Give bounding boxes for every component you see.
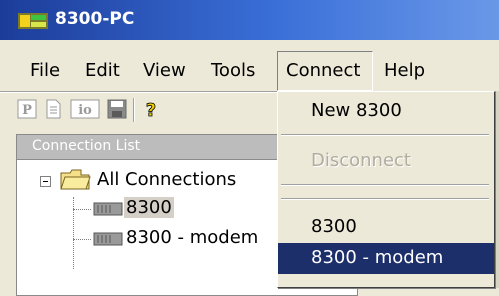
collapse-toggle[interactable] <box>40 176 51 187</box>
device-icon <box>93 202 123 216</box>
tree-item-8300[interactable]: 8300 <box>124 197 174 218</box>
svg-text:io: io <box>78 103 92 118</box>
menu-item-label: New 8300 <box>311 100 402 121</box>
tree-line-vertical <box>73 197 74 269</box>
menu-item-8300[interactable]: 8300 <box>278 212 494 242</box>
toolbar-separator <box>133 98 135 122</box>
tree-item-8300-modem[interactable]: 8300 - modem <box>126 227 258 248</box>
tree-line-branch-1 <box>73 209 91 210</box>
menu-connect[interactable]: Connect <box>277 51 373 91</box>
menu-bar: File Edit View Tools Connect Help <box>0 51 499 91</box>
folder-icon <box>60 169 91 190</box>
device-icon <box>93 232 123 246</box>
svg-text:P: P <box>22 103 32 118</box>
connection-list-title: Connection List <box>32 138 141 154</box>
menu-view[interactable]: View <box>141 51 188 91</box>
menu-file[interactable]: File <box>28 51 62 91</box>
menu-separator <box>281 198 489 200</box>
menu-edit[interactable]: Edit <box>83 51 122 91</box>
save-icon[interactable] <box>107 99 127 119</box>
tree-line-branch-2 <box>73 239 91 240</box>
menu-separator <box>281 134 489 136</box>
window-title: 8300-PC <box>55 9 135 29</box>
tree-root-all-connections[interactable]: All Connections <box>97 169 236 190</box>
menu-item-label: Disconnect <box>311 150 411 171</box>
help-icon[interactable]: ? <box>141 99 161 119</box>
menu-tools[interactable]: Tools <box>209 51 257 91</box>
menu-item-disconnect[interactable]: Disconnect <box>278 146 494 176</box>
menu-item-label: 8300 - modem <box>311 247 444 268</box>
app-icon <box>18 13 48 29</box>
menu-item-new-8300[interactable]: New 8300 <box>278 96 494 126</box>
connect-menu: New 8300 Disconnect 8300 8300 - modem <box>277 91 495 288</box>
menu-item-8300-modem[interactable]: 8300 - modem <box>278 243 494 274</box>
menu-separator <box>281 184 489 186</box>
title-bar[interactable]: 8300-PC <box>0 0 499 40</box>
document-icon[interactable] <box>43 99 63 119</box>
io-icon[interactable]: io <box>70 99 100 119</box>
menu-help[interactable]: Help <box>382 51 427 91</box>
svg-text:?: ? <box>146 100 156 119</box>
p-icon[interactable]: P <box>17 99 37 119</box>
menu-item-label: 8300 <box>311 216 357 237</box>
